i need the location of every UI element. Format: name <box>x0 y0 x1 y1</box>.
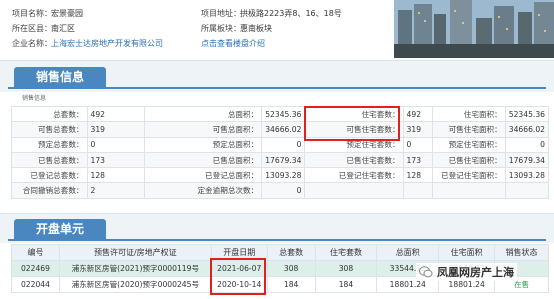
sales-label-cell: 已登记总面积： <box>144 167 263 184</box>
sales-value-cell: 13093.28 <box>504 167 550 184</box>
units-column-header: 编号 <box>11 244 60 261</box>
units-tab[interactable]: 开盘单元 <box>14 219 106 240</box>
units-cell: 022044 <box>11 276 60 293</box>
sales-value-cell: 52345.36 <box>261 105 306 123</box>
sales-row: 可售总套数： 319 可售总面积： 34666.02 可售住宅套数： 319 可售住宅面积：… <box>11 121 550 138</box>
units-cell: 308 <box>266 260 316 277</box>
sales-label-cell: 合同撤销总套数： <box>11 182 88 199</box>
sales-label-cell: 预定住宅面积： <box>432 136 506 153</box>
skyline-image <box>394 0 554 58</box>
sector-value: 惠南板块 <box>240 24 272 33</box>
sales-row: 已售总套数： 173 已售总面积： 17679.34 已售住宅套数： 173 已售住宅面积：… <box>11 151 550 169</box>
sales-label-cell: 可售总套数： <box>11 121 88 138</box>
sales-value-cell: 0 <box>402 136 434 153</box>
sales-value-cell: 319 <box>86 121 146 138</box>
developer-label: 企业名称： <box>12 39 52 48</box>
units-column-header: 住宅套数 <box>314 244 378 261</box>
sales-row: 总套数： 492 总面积： 52345.36 住宅套数： 492 住宅面积： 52345.36 <box>11 105 550 123</box>
sales-value-cell: 173 <box>402 151 434 169</box>
units-cell: 022469 <box>11 260 60 277</box>
address-label: 项目地址： <box>201 9 241 18</box>
sales-value-cell: 173 <box>86 151 146 169</box>
watermark: 凤凰网房产上海 <box>416 263 517 281</box>
sales-value-cell: 0 <box>504 136 550 153</box>
developer-link[interactable]: 上海宏士达房地产开发有限公司 <box>51 38 163 49</box>
sales-info-tab[interactable]: 销售信息 <box>14 67 106 88</box>
sales-row: 合同撤销总套数： 2 定金逾期总次数： 0 <box>11 182 550 199</box>
sales-label-cell <box>304 182 404 199</box>
sales-label-cell: 可售总面积： <box>144 121 263 138</box>
sales-row: 已登记总套数： 128 已登记总面积： 13093.28 已登记住宅套数： 128 已登记住… <box>11 167 550 184</box>
sales-label-cell: 已售住宅套数： <box>304 151 404 169</box>
units-column-header: 总面积 <box>376 244 440 261</box>
units-cell: 308 <box>314 260 378 277</box>
sales-row: 预定总套数： 0 预定总面积： 0 预定住宅套数： 0 预定住宅面积： 0 <box>11 136 550 153</box>
sales-label-cell <box>432 182 506 199</box>
address-value: 拱极路2223弄8、16、18号 <box>240 9 342 18</box>
sales-label-cell: 已登记住宅面积： <box>432 167 506 184</box>
units-column-header: 住宅面积 <box>438 244 496 261</box>
sales-label-cell: 已售住宅面积： <box>432 151 506 169</box>
sales-value-cell: 17679.34 <box>261 151 306 169</box>
sales-value-cell: 128 <box>402 167 434 184</box>
highlight-box-residential-units <box>304 106 400 141</box>
sales-table: 总套数： 492 总面积： 52345.36 住宅套数： 492 住宅面积： 52345.36… <box>11 105 550 199</box>
sales-info-subheading: 销售信息 <box>22 95 47 102</box>
sales-value-cell: 319 <box>402 121 434 138</box>
sales-label-cell: 可售住宅面积： <box>432 121 506 138</box>
sales-value-cell: 34666.02 <box>261 121 306 138</box>
units-cell: 浦东新区房管(2020)预字0000245号 <box>58 276 212 293</box>
sector-label: 所属板块： <box>201 24 241 33</box>
units-cell: 浦东新区房管(2021)预字0000119号 <box>58 260 212 277</box>
sales-value-cell: 17679.34 <box>504 151 550 169</box>
sales-label-cell: 已登记住宅套数： <box>304 167 404 184</box>
sales-value-cell: 0 <box>261 182 306 199</box>
sales-label-cell: 已售总套数： <box>11 151 88 169</box>
units-column-header: 销售状态 <box>494 244 549 261</box>
district-value: 南汇区 <box>51 24 75 33</box>
watermark-text: 凤凰网房产上海 <box>437 266 514 279</box>
sales-value-cell: 52345.36 <box>504 105 550 123</box>
sales-value-cell: 492 <box>86 105 146 123</box>
sales-value-cell: 128 <box>86 167 146 184</box>
sales-label-cell: 已登记总套数： <box>11 167 88 184</box>
sales-value-cell: 2 <box>86 182 146 199</box>
sales-label-cell: 总套数： <box>11 105 88 123</box>
sales-label-cell: 住宅面积： <box>432 105 506 123</box>
district-label: 所在区县： <box>12 24 52 33</box>
units-cell: 184 <box>266 276 316 293</box>
project-photo <box>394 0 554 58</box>
sales-value-cell <box>402 182 434 199</box>
project-name-value: 宏景豪园 <box>51 9 83 18</box>
sales-value-cell <box>504 182 550 199</box>
sales-value-cell: 492 <box>402 105 434 123</box>
sales-label-cell: 已售总面积： <box>144 151 263 169</box>
units-column-header: 预售许可证/房地产权证 <box>58 244 212 261</box>
project-name-label: 项目名称： <box>12 9 52 18</box>
wechat-bubble-icon <box>419 266 433 278</box>
sales-label-cell: 总面积： <box>144 105 263 123</box>
sales-label-cell: 预定总面积： <box>144 136 263 153</box>
project-info: 项目名称： 宏景豪园 所在区县： 南汇区 企业名称： 上海宏士达房地产开发有限公… <box>0 0 394 58</box>
units-column-header: 总套数 <box>266 244 316 261</box>
sales-value-cell: 0 <box>261 136 306 153</box>
sales-value-cell: 13093.28 <box>261 167 306 184</box>
highlight-box-open-dates <box>210 258 266 295</box>
sales-label-cell: 预定总套数： <box>11 136 88 153</box>
sales-value-cell: 34666.02 <box>504 121 550 138</box>
sales-value-cell: 0 <box>86 136 146 153</box>
intro-link[interactable]: 点击查看楼盘介绍 <box>201 38 265 49</box>
sales-label-cell: 定金逾期总次数： <box>144 182 263 199</box>
units-cell: 184 <box>314 276 378 293</box>
